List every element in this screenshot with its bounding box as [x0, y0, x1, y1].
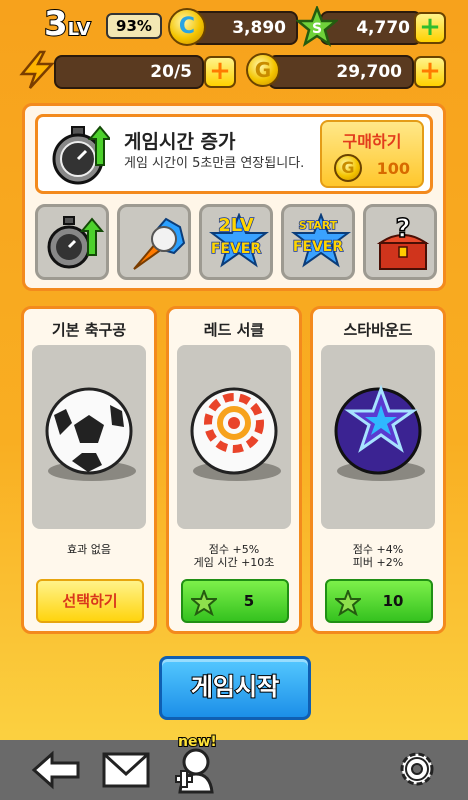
add-friend-icon[interactable]: [172, 746, 216, 794]
c-coin-counter: 3,890: [190, 11, 298, 45]
ball-effect-line1: 점수 +5%: [208, 543, 260, 556]
gold-coin-icon: G: [334, 154, 362, 182]
item-slot-fever-2lv[interactable]: 2LV FEVER: [199, 204, 273, 280]
treasure-chest-icon: ?: [376, 213, 430, 270]
ball-preview: [32, 345, 146, 529]
red-circle-ball-icon: [190, 387, 281, 481]
ball-price: 10: [382, 592, 404, 610]
buy-ball-button[interactable]: 5: [181, 579, 289, 623]
start-fever-line2: FEVER: [292, 238, 344, 256]
item-slot-mystery-chest[interactable]: ?: [363, 204, 437, 280]
buy-button[interactable]: 구매하기 G 100: [320, 120, 424, 188]
stopwatch-icon: [52, 125, 110, 185]
ball-name: 기본 축구공: [51, 321, 127, 339]
ball-card-starbound[interactable]: 스타바운드 점수 +4% 피버 +2% 10: [310, 306, 446, 634]
start-game-button[interactable]: 게임시작: [159, 656, 311, 720]
svg-text:?: ?: [395, 214, 410, 244]
item-slot-power-kick[interactable]: [117, 204, 191, 280]
level-display: 3LV: [43, 3, 92, 45]
ball-card-red-circle[interactable]: 레드 서클 점수 +5% 게임 시간 +10초 5: [166, 306, 302, 634]
star-currency-icon: [191, 590, 217, 616]
item-shop-panel: 게임시간 증가 게임 시간이 5초만큼 연장됩니다. 구매하기 G 100 2L…: [22, 103, 446, 291]
item-slot-time-plus[interactable]: [35, 204, 109, 280]
ball-price: 5: [243, 592, 255, 610]
buy-ball-button[interactable]: 10: [325, 579, 433, 623]
rocket-ball-icon: [133, 217, 186, 270]
featured-item-title: 게임시간 증가: [124, 131, 236, 153]
item-slot-start-fever[interactable]: START FEVER: [281, 204, 355, 280]
new-badge: new!: [177, 733, 218, 751]
add-stars-button[interactable]: +: [414, 12, 446, 44]
mail-icon[interactable]: [102, 748, 150, 792]
ball-preview: [177, 345, 291, 529]
fever-2lv-line1: 2LV: [218, 214, 255, 237]
ball-effect-line2: 피버 +2%: [352, 556, 404, 569]
star-currency-icon: [335, 590, 361, 616]
select-ball-button[interactable]: 선택하기: [36, 579, 144, 623]
bottom-nav: [0, 740, 468, 800]
featured-item-box: 게임시간 증가 게임 시간이 5초만큼 연장됩니다. 구매하기 G 100: [35, 114, 433, 194]
level-suffix: LV: [67, 18, 92, 41]
soccer-ball-icon: [45, 387, 136, 481]
ball-effect-line1: 점수 +4%: [352, 543, 404, 556]
fever-2lv-line2: FEVER: [210, 240, 262, 258]
top-status-bar: 3LV 93% 3,890 C 4,770 S + 20/5 + 29,700 …: [0, 0, 468, 100]
star-currency-icon: S: [296, 6, 338, 47]
ball-effect: 점수 +5% 게임 시간 +10초: [169, 543, 299, 569]
stopwatch-icon: [47, 216, 105, 269]
exp-percent: 93%: [106, 13, 162, 39]
ball-name: 레드 서클: [203, 321, 265, 339]
ball-name: 스타바운드: [343, 321, 413, 339]
energy-counter: 20/5: [54, 55, 204, 89]
add-gold-button[interactable]: +: [414, 56, 446, 88]
buy-button-label: 구매하기: [342, 132, 402, 151]
ball-effect-line2: 게임 시간 +10초: [193, 556, 275, 569]
energy-bolt-icon: [19, 50, 55, 89]
featured-item-description: 게임 시간이 5초만큼 연장됩니다.: [124, 156, 305, 171]
ball-effect: 점수 +4% 피버 +2%: [313, 543, 443, 569]
back-arrow-icon[interactable]: [30, 748, 82, 792]
settings-gear-icon[interactable]: [394, 746, 440, 792]
gold-counter: 29,700: [268, 55, 414, 89]
buy-price: 100: [376, 159, 410, 178]
star-ball-icon: [334, 384, 425, 481]
item-slots: 2LV FEVER START FEVER ?: [35, 204, 437, 282]
ball-card-basic[interactable]: 기본 축구공 효과 없음 선택하기: [21, 306, 157, 634]
add-energy-button[interactable]: +: [204, 56, 236, 88]
c-coin-icon: C: [168, 8, 206, 46]
level-number: 3: [43, 3, 69, 45]
start-fever-line1: START: [298, 218, 338, 233]
ball-effect: 효과 없음: [67, 543, 111, 556]
ball-preview: [321, 345, 435, 529]
gold-coin-icon: G: [246, 53, 280, 87]
svg-text:S: S: [312, 21, 322, 37]
